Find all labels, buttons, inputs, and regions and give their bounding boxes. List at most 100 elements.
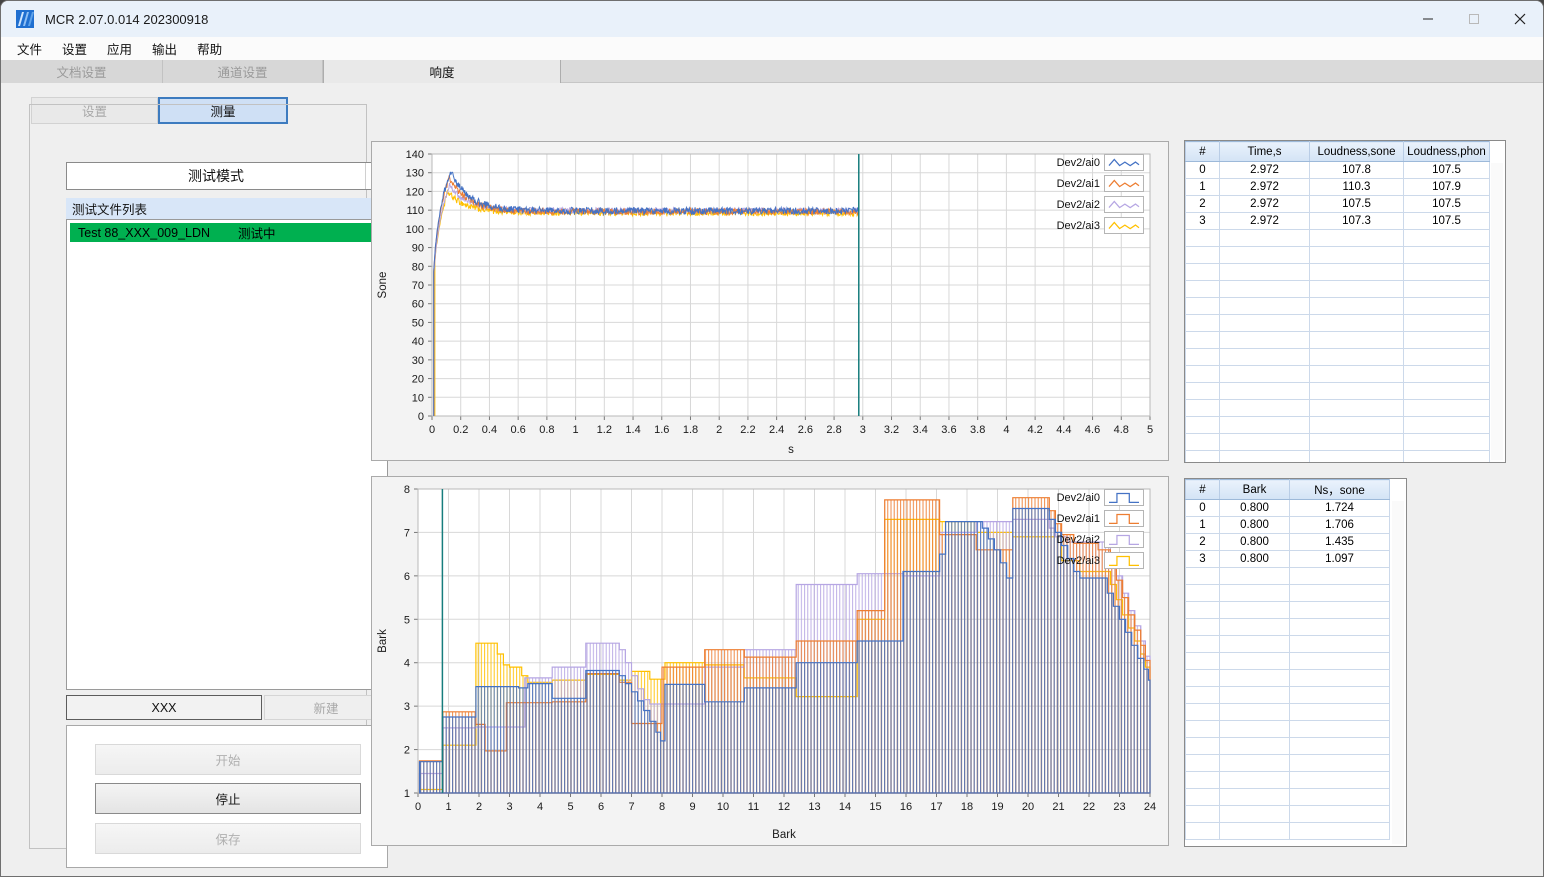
table-cell[interactable]	[1185, 771, 1220, 789]
table-cell[interactable]	[1403, 348, 1490, 366]
table-cell[interactable]	[1289, 652, 1390, 670]
table-cell[interactable]	[1403, 331, 1490, 349]
table-row[interactable]	[1185, 348, 1490, 366]
table-cell[interactable]	[1219, 246, 1310, 264]
new-button[interactable]: 新建	[264, 695, 388, 720]
table-cell[interactable]	[1289, 601, 1390, 619]
table-cell[interactable]	[1185, 618, 1220, 636]
table-cell[interactable]: 110.3	[1309, 178, 1404, 196]
table-cell[interactable]	[1185, 382, 1220, 400]
table-row[interactable]	[1185, 567, 1390, 585]
table-cell[interactable]	[1309, 280, 1404, 298]
stop-button[interactable]: 停止	[95, 783, 361, 814]
table-row[interactable]	[1185, 771, 1390, 789]
table-row[interactable]	[1185, 822, 1390, 840]
test-mode-select[interactable]: 测试模式	[66, 162, 388, 190]
table-cell[interactable]: 1	[1185, 516, 1220, 534]
table-cell[interactable]	[1289, 822, 1390, 840]
table-cell[interactable]	[1185, 348, 1220, 366]
table-cell[interactable]	[1289, 754, 1390, 772]
table-cell[interactable]	[1403, 246, 1490, 264]
table-cell[interactable]	[1219, 703, 1290, 721]
table-row[interactable]	[1185, 433, 1490, 451]
table-cell[interactable]	[1219, 720, 1290, 738]
table-cell[interactable]: 1	[1185, 178, 1220, 196]
table-row[interactable]: 2 2.972 107.5 107.5	[1185, 195, 1490, 213]
start-button[interactable]: 开始	[95, 744, 361, 775]
table-cell[interactable]: 2	[1185, 533, 1220, 551]
table-cell[interactable]	[1403, 297, 1490, 315]
table-cell[interactable]	[1309, 297, 1404, 315]
table-cell[interactable]	[1309, 433, 1404, 451]
table-cell[interactable]	[1309, 365, 1404, 383]
table-row[interactable]: 1 2.972 110.3 107.9	[1185, 178, 1490, 196]
table-cell[interactable]	[1289, 686, 1390, 704]
table-row[interactable]	[1185, 584, 1390, 602]
table-cell[interactable]: 0.800	[1219, 516, 1290, 534]
table-cell[interactable]	[1219, 788, 1290, 806]
table-cell[interactable]	[1185, 703, 1220, 721]
list-item[interactable]: Test 88_XXX_009_LDN 测试中	[70, 223, 371, 242]
table-cell[interactable]	[1185, 263, 1220, 281]
table-row[interactable]	[1185, 652, 1390, 670]
table-cell[interactable]: 2.972	[1219, 178, 1310, 196]
table-cell[interactable]	[1219, 348, 1310, 366]
table-row[interactable]	[1185, 280, 1490, 298]
table-cell[interactable]: 1.097	[1289, 550, 1390, 568]
table-cell[interactable]	[1185, 331, 1220, 349]
save-button[interactable]: 保存	[95, 823, 361, 854]
table-cell[interactable]	[1289, 737, 1390, 755]
table-cell[interactable]	[1185, 635, 1220, 653]
table-cell[interactable]	[1219, 737, 1290, 755]
table-cell[interactable]: 1.724	[1289, 499, 1390, 517]
table-row[interactable]	[1185, 788, 1390, 806]
table-cell[interactable]: 107.5	[1309, 195, 1404, 213]
table-scrollbar-track[interactable]	[1491, 163, 1503, 460]
table-cell[interactable]	[1309, 348, 1404, 366]
table-cell[interactable]	[1289, 788, 1390, 806]
table-cell[interactable]	[1185, 737, 1220, 755]
loudness-time-chart[interactable]: 0 0.2 0.4 0.6 0.8 1 1.2 1.4 1.6 1.8 2 2.2 2.4 2.6 2.8 3…	[372, 142, 1168, 460]
table-cell[interactable]	[1185, 416, 1220, 434]
table-cell[interactable]	[1309, 246, 1404, 264]
table-row[interactable]	[1185, 720, 1390, 738]
table-cell[interactable]	[1289, 635, 1390, 653]
table-cell[interactable]	[1403, 399, 1490, 417]
table-cell[interactable]	[1219, 686, 1290, 704]
table-row[interactable]	[1185, 314, 1490, 332]
table-row[interactable]: 3 2.972 107.3 107.5	[1185, 212, 1490, 230]
table-cell[interactable]: 1.435	[1289, 533, 1390, 551]
table-cell[interactable]: 107.3	[1309, 212, 1404, 230]
table-cell[interactable]	[1289, 669, 1390, 687]
table-cell[interactable]	[1219, 263, 1310, 281]
table-cell[interactable]	[1219, 314, 1310, 332]
table-cell[interactable]: 107.5	[1403, 212, 1490, 230]
table-cell[interactable]	[1403, 314, 1490, 332]
table-cell[interactable]	[1403, 433, 1490, 451]
table-cell[interactable]	[1289, 771, 1390, 789]
tab-1[interactable]: 通道设置	[163, 60, 323, 83]
tab-0[interactable]: 文档设置	[1, 60, 163, 83]
menu-item-1[interactable]: 设置	[52, 36, 97, 61]
menu-item-0[interactable]: 文件	[7, 36, 52, 61]
table-scrollbar-track[interactable]	[1392, 501, 1404, 844]
menu-item-2[interactable]: 应用	[97, 36, 142, 61]
table-cell[interactable]	[1219, 331, 1310, 349]
minimize-button[interactable]	[1405, 1, 1451, 37]
table-cell[interactable]	[1219, 754, 1290, 772]
table-cell[interactable]	[1219, 618, 1290, 636]
table-cell[interactable]	[1219, 365, 1310, 383]
table-row[interactable]	[1185, 365, 1490, 383]
table-cell[interactable]	[1219, 567, 1290, 585]
table-cell[interactable]	[1219, 280, 1310, 298]
table-cell[interactable]	[1185, 246, 1220, 264]
menu-item-4[interactable]: 帮助	[187, 36, 232, 61]
table-cell[interactable]	[1185, 720, 1220, 738]
table-row[interactable]: 1 0.800 1.706	[1185, 516, 1390, 534]
table-cell[interactable]	[1219, 450, 1310, 462]
table-cell[interactable]	[1219, 805, 1290, 823]
table-cell[interactable]	[1219, 229, 1310, 247]
table-row[interactable]	[1185, 416, 1490, 434]
table-cell[interactable]	[1403, 365, 1490, 383]
table-cell[interactable]	[1219, 822, 1290, 840]
